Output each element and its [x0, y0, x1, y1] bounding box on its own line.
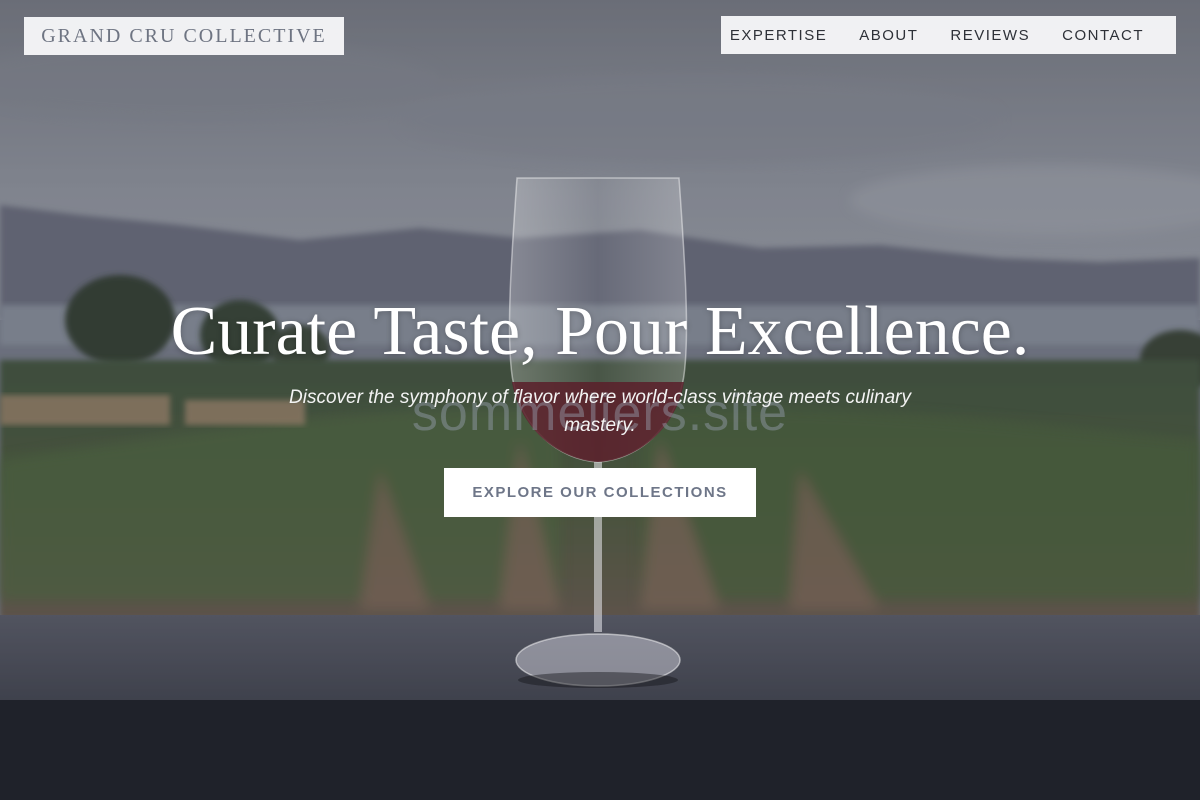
hero-section: GRAND CRU COLLECTIVE EXPERTISE ABOUT REV…	[0, 0, 1200, 800]
nav-link-reviews[interactable]: REVIEWS	[950, 27, 1030, 44]
nav-link-expertise[interactable]: EXPERTISE	[730, 27, 827, 44]
brand-name[interactable]: GRAND CRU COLLECTIVE	[41, 25, 327, 48]
hero-headline: Curate Taste, Pour Excellence.	[170, 293, 1030, 370]
top-nav: EXPERTISE ABOUT REVIEWS CONTACT	[721, 16, 1176, 54]
brand-logo-box[interactable]: GRAND CRU COLLECTIVE	[24, 17, 344, 55]
hero-subline: Discover the symphony of flavor where wo…	[289, 387, 911, 436]
explore-collections-button[interactable]: EXPLORE OUR COLLECTIONS	[444, 468, 756, 517]
nav-link-about[interactable]: ABOUT	[859, 27, 918, 44]
nav-link-contact[interactable]: CONTACT	[1062, 27, 1144, 44]
